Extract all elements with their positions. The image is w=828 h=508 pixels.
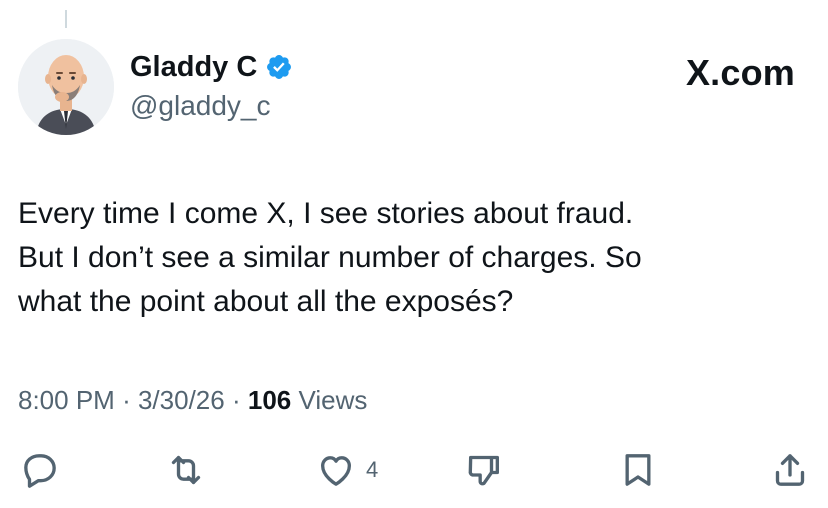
reply-button[interactable] (20, 450, 70, 490)
tweet-text-line: Every time I come X, I see stories about… (18, 197, 634, 230)
like-button[interactable]: 4 (316, 450, 378, 490)
tweet-text-line: what the point about all the exposés? (18, 285, 514, 318)
dislike-button[interactable] (464, 450, 514, 490)
views-label: Views (298, 385, 368, 415)
bookmark-button[interactable] (618, 450, 658, 490)
like-count: 4 (366, 457, 379, 482)
thread-line (65, 10, 67, 28)
meta-separator: · (231, 385, 241, 415)
reply-icon (24, 454, 56, 488)
repost-icon (171, 455, 201, 485)
tweet-time[interactable]: 8:00 PM (18, 385, 115, 415)
repost-button[interactable] (166, 450, 216, 490)
tweet-text: Every time I come X, I see stories about… (18, 192, 808, 324)
verified-badge-icon (265, 53, 293, 81)
share-button[interactable] (770, 450, 810, 490)
avatar[interactable] (18, 39, 114, 135)
meta-separator: · (122, 385, 131, 415)
like-icon (321, 456, 351, 486)
action-bar: 4 (18, 450, 810, 494)
share-icon (775, 454, 805, 486)
views-count: 106 (247, 385, 292, 415)
user-block: Gladdy C @gladdy_c (130, 50, 293, 122)
tweet-meta: 8:00 PM · 3/30/26 · 106 Views (18, 383, 367, 417)
user-handle[interactable]: @gladdy_c (130, 90, 293, 122)
avatar-image (18, 39, 114, 135)
bookmark-icon (625, 454, 651, 486)
tweet-text-line: But I don’t see a similar number of char… (18, 241, 642, 274)
display-name[interactable]: Gladdy C (130, 50, 257, 84)
dislike-icon (468, 455, 499, 486)
display-name-row: Gladdy C (130, 50, 293, 84)
site-label: X.com (685, 52, 795, 93)
tweet-date[interactable]: 3/30/26 (138, 385, 225, 415)
